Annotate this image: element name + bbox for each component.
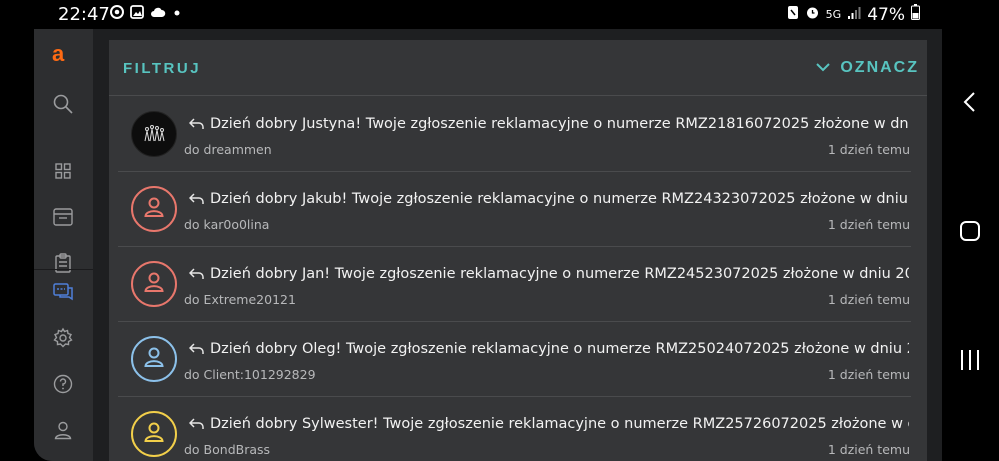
reply-icon	[189, 193, 204, 209]
message-list: Dzień dobry Justyna! Twoje zgłoszenie re…	[118, 97, 911, 461]
reply-icon	[189, 418, 204, 434]
user-icon	[141, 344, 167, 375]
chrome-icon	[110, 5, 124, 22]
recipient: do dreammen	[184, 142, 272, 157]
reply-icon	[189, 268, 204, 284]
message-row[interactable]: Dzień dobry Oleg! Twoje zgłoszenie rekla…	[118, 322, 911, 397]
panel-header: FILTRUJ OZNACZ	[109, 40, 927, 96]
recipient: do Client:101292829	[184, 367, 316, 382]
timestamp: 1 dzień temu	[827, 442, 910, 457]
sidebar: a	[34, 29, 93, 461]
message-text: Dzień dobry Oleg! Twoje zgłoszenie rekla…	[210, 341, 909, 357]
nfc-icon	[787, 5, 799, 25]
network-type: 5G	[825, 8, 842, 21]
message-row[interactable]: Dzień dobry Jakub! Twoje zgłoszenie rekl…	[118, 172, 911, 247]
timestamp: 1 dzień temu	[827, 367, 910, 382]
clipboard-icon[interactable]	[52, 252, 74, 274]
recipient: do BondBrass	[184, 442, 271, 457]
battery-percent: 47%	[867, 4, 905, 25]
timestamp: 1 dzień temu	[827, 292, 910, 307]
mark-label: OZNACZ	[840, 59, 919, 76]
message-preview: Dzień dobry Jan! Twoje zgłoszenie reklam…	[189, 266, 909, 284]
status-bar: 22:47 5G 47%	[34, 0, 942, 29]
filter-button[interactable]: FILTRUJ	[123, 60, 201, 77]
chevron-down-icon	[816, 59, 831, 77]
help-icon[interactable]	[52, 373, 74, 395]
recipient: do Extreme20121	[184, 292, 296, 307]
battery-icon	[911, 4, 920, 25]
avatar	[131, 411, 177, 457]
grid-icon[interactable]	[52, 160, 74, 182]
avatar	[131, 186, 177, 232]
status-right: 5G 47%	[787, 4, 920, 25]
status-time: 22:47	[58, 4, 110, 25]
allegro-logo[interactable]: a	[52, 41, 64, 67]
message-text: Dzień dobry Justyna! Twoje zgłoszenie re…	[210, 116, 909, 132]
gallery-icon	[130, 5, 144, 22]
message-text: Dzień dobry Sylwester! Twoje zgłoszenie …	[210, 416, 909, 432]
message-preview: Dzień dobry Justyna! Twoje zgłoszenie re…	[189, 116, 909, 134]
message-text: Dzień dobry Jan! Twoje zgłoszenie reklam…	[210, 266, 909, 282]
signal-icon	[847, 5, 861, 25]
home-icon[interactable]	[958, 219, 982, 243]
recents-icon[interactable]	[958, 348, 982, 372]
user-icon	[141, 419, 167, 450]
sidebar-divider	[34, 269, 93, 270]
timestamp: 1 dzień temu	[827, 217, 910, 232]
messages-panel: FILTRUJ OZNACZ Dzień dobry Justyna! Twoj…	[109, 40, 927, 461]
recipient: do kar0o0lina	[184, 217, 270, 232]
user-icon	[141, 194, 167, 225]
storefront-icon[interactable]	[52, 206, 74, 228]
notification-icons	[110, 5, 182, 22]
message-preview: Dzień dobry Oleg! Twoje zgłoszenie rekla…	[189, 341, 909, 359]
message-row[interactable]: Dzień dobry Jan! Twoje zgłoszenie reklam…	[118, 247, 911, 322]
message-row[interactable]: Dzień dobry Justyna! Twoje zgłoszenie re…	[118, 97, 911, 172]
message-row[interactable]: Dzień dobry Sylwester! Twoje zgłoszenie …	[118, 397, 911, 461]
timestamp: 1 dzień temu	[827, 142, 910, 157]
cloud-icon	[150, 6, 166, 21]
mark-button[interactable]: OZNACZ	[816, 59, 919, 77]
alarm-icon	[805, 5, 820, 25]
avatar	[131, 111, 177, 157]
user-icon[interactable]	[52, 419, 74, 441]
back-icon[interactable]	[958, 90, 982, 114]
android-nav-bar	[942, 0, 999, 461]
reply-icon	[189, 343, 204, 359]
avatar	[131, 336, 177, 382]
message-text: Dzień dobry Jakub! Twoje zgłoszenie rekl…	[210, 191, 909, 207]
message-preview: Dzień dobry Sylwester! Twoje zgłoszenie …	[189, 416, 909, 434]
user-icon	[141, 269, 167, 300]
messages-icon[interactable]	[52, 281, 74, 303]
message-preview: Dzień dobry Jakub! Twoje zgłoszenie rekl…	[189, 191, 909, 209]
app-window: a FILTRUJ OZNACZ Dzień dobry Justyna! Tw…	[34, 29, 942, 461]
dot-icon	[172, 6, 182, 21]
reply-icon	[189, 118, 204, 134]
search-icon[interactable]	[52, 93, 74, 115]
gear-icon[interactable]	[52, 327, 74, 349]
avatar	[131, 261, 177, 307]
